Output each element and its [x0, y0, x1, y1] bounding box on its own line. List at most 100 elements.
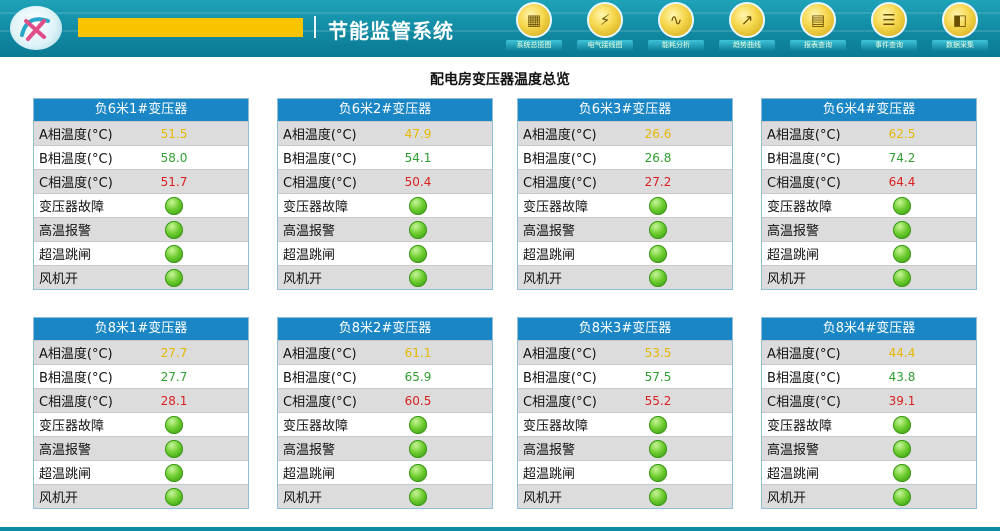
table-row: 变压器故障: [34, 193, 248, 217]
row-label: 高温报警: [39, 443, 92, 458]
nav-button-2[interactable]: ⚡ 电气接线图: [575, 2, 635, 56]
status-light-icon: [649, 244, 667, 263]
table-row: A相温度(°C) 47.9: [278, 121, 492, 145]
table-row: 变压器故障: [278, 412, 492, 436]
row-label: 变压器故障: [283, 419, 349, 434]
row-label: 高温报警: [283, 224, 336, 239]
status-indicator: [154, 244, 194, 263]
status-light-icon: [893, 196, 911, 215]
table-row: 变压器故障: [518, 412, 732, 436]
page-title: 配电房变压器温度总览: [430, 72, 570, 88]
temperature-value: 74.2: [888, 150, 916, 165]
transformer-rows: A相温度(°C) 62.5 B相温度(°C) 74.2 C相温度(°C) 64.4 变压器故…: [762, 121, 976, 289]
temperature-value: 64.4: [888, 174, 916, 189]
row-label: 超温跳闸: [283, 467, 336, 482]
transformer-name: 负6米1#变压器: [34, 99, 248, 121]
table-row: C相温度(°C) 39.1: [762, 388, 976, 412]
table-row: B相温度(°C) 58.0: [34, 145, 248, 169]
temperature-value: 39.1: [888, 393, 916, 408]
row-label: 风机开: [523, 491, 563, 506]
status-light-icon: [409, 487, 427, 506]
temperature-value: 28.1: [160, 393, 188, 408]
row-label: B相温度(°C): [283, 152, 357, 167]
nav-button-6[interactable]: ☰ 事件查询: [859, 2, 919, 56]
transformer-name: 负8米3#变压器: [518, 318, 732, 340]
nav-label: 报表查询: [790, 40, 846, 51]
nav-button-4[interactable]: ↗ 趋势曲线: [717, 2, 777, 56]
row-label: 变压器故障: [767, 419, 833, 434]
nav-button-5[interactable]: ▤ 报表查询: [788, 2, 848, 56]
status-light-icon: [165, 415, 183, 434]
status-light-icon: [893, 220, 911, 239]
row-label: C相温度(°C): [767, 395, 841, 410]
row-label: 高温报警: [523, 224, 576, 239]
row-label: C相温度(°C): [39, 395, 113, 410]
temperature-value: 60.5: [404, 393, 432, 408]
status-light-icon: [409, 463, 427, 482]
status-indicator: [638, 463, 678, 482]
table-row: 高温报警: [34, 217, 248, 241]
temperature-value: 50.4: [404, 174, 432, 189]
table-row: 风机开: [762, 484, 976, 508]
temperature-value: 54.1: [404, 150, 432, 165]
table-row: 变压器故障: [278, 193, 492, 217]
row-label: 变压器故障: [767, 200, 833, 215]
table-row: 高温报警: [518, 436, 732, 460]
temperature-value: 61.1: [404, 345, 432, 360]
table-row: 风机开: [762, 265, 976, 289]
status-indicator: [398, 463, 438, 482]
report-icon: ▤: [800, 2, 836, 38]
row-label: C相温度(°C): [523, 176, 597, 191]
transformer-rows: A相温度(°C) 27.7 B相温度(°C) 27.7 C相温度(°C) 28.1 变压器故…: [34, 340, 248, 508]
row-label: A相温度(°C): [39, 128, 113, 143]
status-light-icon: [409, 268, 427, 287]
row-label: 高温报警: [523, 443, 576, 458]
transformer-card: 负8米2#变压器 A相温度(°C) 61.1 B相温度(°C) 65.9 C相温度(°C)…: [277, 317, 493, 509]
table-row: B相温度(°C) 43.8: [762, 364, 976, 388]
status-light-icon: [165, 196, 183, 215]
status-light-icon: [649, 415, 667, 434]
transformer-rows: A相温度(°C) 61.1 B相温度(°C) 65.9 C相温度(°C) 60.5 变压器故…: [278, 340, 492, 508]
status-indicator: [398, 220, 438, 239]
status-indicator: [154, 268, 194, 287]
nav-label: 趋势曲线: [719, 40, 775, 51]
row-label: 高温报警: [767, 443, 820, 458]
status-indicator: [398, 487, 438, 506]
data-collect-icon: ◧: [942, 2, 978, 38]
row-label: A相温度(°C): [523, 347, 597, 362]
table-row: B相温度(°C) 27.7: [34, 364, 248, 388]
status-indicator: [638, 244, 678, 263]
transformer-rows: A相温度(°C) 44.4 B相温度(°C) 43.8 C相温度(°C) 39.1 变压器故…: [762, 340, 976, 508]
transformer-card: 负6米3#变压器 A相温度(°C) 26.6 B相温度(°C) 26.8 C相温度(°C)…: [517, 98, 733, 290]
temperature-value: 51.5: [160, 126, 188, 141]
nav-button-3[interactable]: ∿ 能耗分析: [646, 2, 706, 56]
table-row: 超温跳闸: [34, 241, 248, 265]
row-label: C相温度(°C): [39, 176, 113, 191]
nav-button-1[interactable]: ▦ 系统总揽图: [504, 2, 564, 56]
temperature-value: 51.7: [160, 174, 188, 189]
status-light-icon: [893, 244, 911, 263]
table-row: B相温度(°C) 74.2: [762, 145, 976, 169]
status-indicator: [154, 439, 194, 458]
temperature-value: 47.9: [404, 126, 432, 141]
table-row: C相温度(°C) 55.2: [518, 388, 732, 412]
status-light-icon: [409, 415, 427, 434]
status-light-icon: [649, 463, 667, 482]
row-label: 风机开: [767, 272, 807, 287]
status-indicator: [398, 268, 438, 287]
status-light-icon: [409, 439, 427, 458]
table-row: C相温度(°C) 64.4: [762, 169, 976, 193]
transformer-name: 负8米2#变压器: [278, 318, 492, 340]
table-row: 风机开: [34, 265, 248, 289]
table-row: 高温报警: [278, 217, 492, 241]
nav-button-7[interactable]: ◧ 数据采集: [930, 2, 990, 56]
row-label: 风机开: [283, 272, 323, 287]
status-indicator: [398, 196, 438, 215]
table-row: A相温度(°C) 62.5: [762, 121, 976, 145]
transformer-card: 负8米1#变压器 A相温度(°C) 27.7 B相温度(°C) 27.7 C相温度(°C)…: [33, 317, 249, 509]
row-label: 超温跳闸: [523, 248, 576, 263]
row-label: A相温度(°C): [523, 128, 597, 143]
table-row: 超温跳闸: [278, 460, 492, 484]
transformer-card: 负8米4#变压器 A相温度(°C) 44.4 B相温度(°C) 43.8 C相温度(°C)…: [761, 317, 977, 509]
row-label: 风机开: [39, 491, 79, 506]
